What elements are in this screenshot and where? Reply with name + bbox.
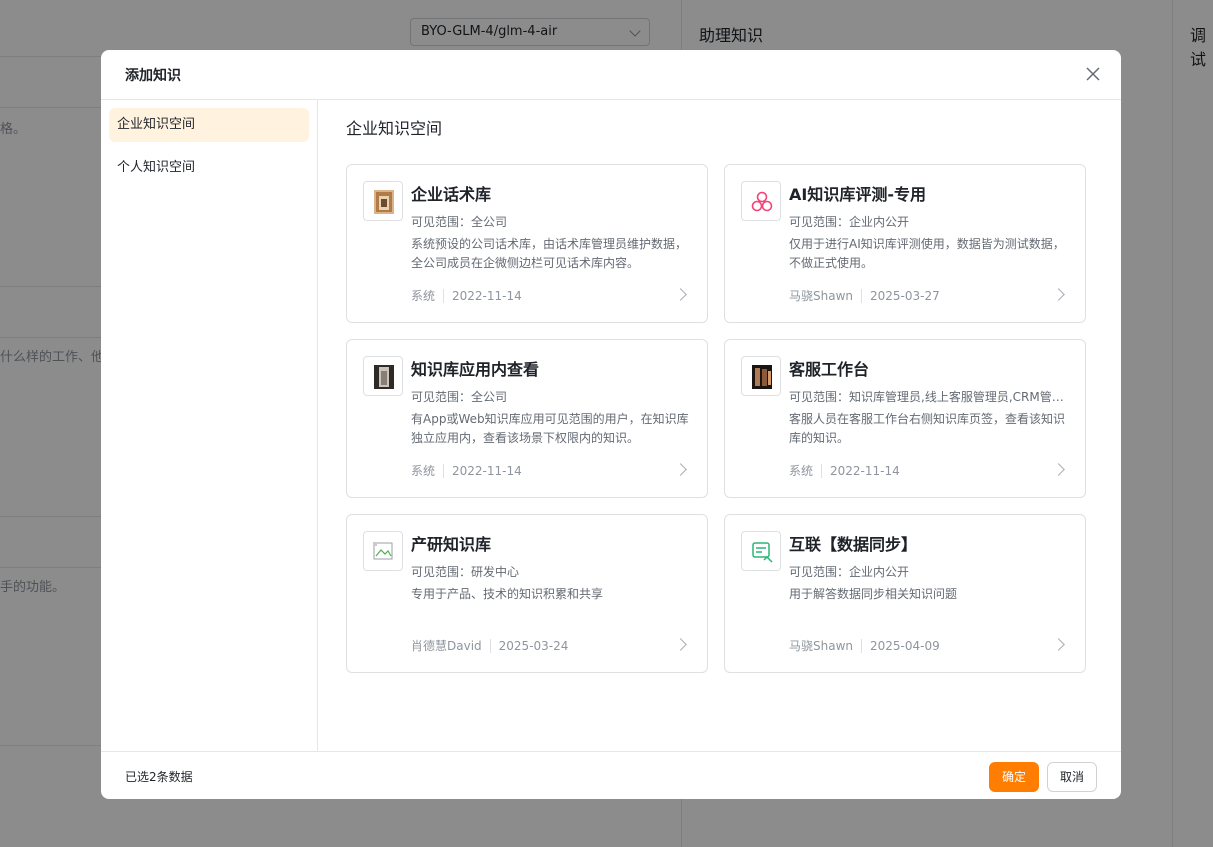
card-scope: 可见范围：全公司 (411, 215, 508, 229)
card-scope: 可见范围：知识库管理员,线上客服管理员,CRM管理员 (789, 390, 1071, 404)
close-icon[interactable] (1085, 66, 1101, 82)
card-title: 互联【数据同步】 (789, 535, 918, 554)
add-knowledge-dialog: 添加知识 企业知识空间 个人知识空间 企业知识空间 企业话术库 可见范围：全公司… (101, 50, 1121, 799)
card-scope: 可见范围：全公司 (411, 390, 508, 404)
chevron-right-icon (674, 463, 687, 476)
card-meta: 马骁Shawn 2025-04-09 (789, 637, 940, 654)
card-owner: 系统 (789, 464, 814, 478)
card-meta: 系统 2022-11-14 (411, 462, 522, 479)
space-sidebar: 企业知识空间 个人知识空间 (101, 100, 318, 751)
card-scope: 可见范围：企业内公开 (789, 215, 910, 229)
card-owner: 系统 (411, 464, 436, 478)
card-description: 有App或Web知识库应用可见范围的用户，在知识库独立应用内，查看该场景下权限内… (411, 412, 689, 445)
card-owner: 肖德慧David (411, 639, 482, 653)
sync-doc-icon (741, 531, 781, 571)
card-meta: 马骁Shawn 2025-03-27 (789, 287, 940, 304)
chevron-right-icon (1052, 463, 1065, 476)
knowledge-card[interactable]: 产研知识库 可见范围：研发中心 专用于产品、技术的知识积累和共享 肖德慧Davi… (346, 514, 708, 673)
card-title: 产研知识库 (411, 535, 492, 554)
knowledge-card[interactable]: 客服工作台 可见范围：知识库管理员,线上客服管理员,CRM管理员 客服人员在客服… (724, 339, 1086, 498)
card-title: 客服工作台 (789, 360, 870, 379)
card-description: 专用于产品、技术的知识积累和共享 (411, 587, 604, 601)
card-owner: 系统 (411, 289, 436, 303)
card-title: 知识库应用内查看 (411, 360, 540, 379)
sidebar-item-personal-space[interactable]: 个人知识空间 (109, 151, 309, 185)
card-scope: 可见范围：企业内公开 (789, 565, 910, 579)
card-date: 2022-11-14 (452, 289, 522, 303)
dialog-title: 添加知识 (125, 68, 181, 84)
divider (443, 464, 445, 478)
card-date: 2025-04-09 (870, 639, 940, 653)
card-owner: 马骁Shawn (789, 639, 853, 653)
section-title: 企业知识空间 (346, 119, 443, 138)
cancel-button[interactable]: 取消 (1046, 762, 1097, 792)
chevron-right-icon (674, 638, 687, 651)
sidebar-item-enterprise-space[interactable]: 企业知识空间 (109, 108, 309, 142)
card-meta: 肖德慧David 2025-03-24 (411, 637, 568, 654)
photo-icon (363, 356, 403, 396)
photo-icon (741, 356, 781, 396)
card-date: 2025-03-27 (870, 289, 940, 303)
divider (861, 289, 862, 303)
card-scope: 可见范围：研发中心 (411, 565, 520, 579)
knowledge-card[interactable]: AI知识库评测-专用 可见范围：企业内公开 仅用于进行AI知识库评测使用，数据皆… (724, 164, 1086, 323)
knowledge-card[interactable]: 企业话术库 可见范围：全公司 系统预设的公司话术库，由话术库管理员维护数据，全公… (346, 164, 708, 323)
dialog-header: 添加知识 (101, 50, 1121, 100)
confirm-button[interactable]: 确定 (988, 762, 1039, 792)
divider (861, 639, 862, 653)
card-owner: 马骁Shawn (789, 289, 853, 303)
card-title: 企业话术库 (411, 185, 492, 204)
card-description: 用于解答数据同步相关知识问题 (789, 587, 958, 601)
chevron-right-icon (1052, 288, 1065, 301)
divider (443, 289, 445, 303)
selection-count: 已选2条数据 (125, 770, 193, 784)
knowledge-card[interactable]: 知识库应用内查看 可见范围：全公司 有App或Web知识库应用可见范围的用户，在… (346, 339, 708, 498)
card-description: 仅用于进行AI知识库评测使用，数据皆为测试数据，不做正式使用。 (789, 237, 1065, 270)
knowledge-content: 企业知识空间 企业话术库 可见范围：全公司 系统预设的公司话术库，由话术库管理员… (318, 100, 1121, 751)
chevron-right-icon (674, 288, 687, 301)
knowledge-card[interactable]: 互联【数据同步】 可见范围：企业内公开 用于解答数据同步相关知识问题 马骁Sha… (724, 514, 1086, 673)
divider (821, 464, 823, 478)
photo-icon (363, 181, 403, 221)
chevron-right-icon (1052, 638, 1065, 651)
card-date: 2022-11-14 (830, 464, 900, 478)
dialog-footer: 已选2条数据 确定 取消 (101, 751, 1121, 799)
broken-image-icon (363, 531, 403, 571)
card-meta: 系统 2022-11-14 (411, 287, 522, 304)
divider (489, 639, 491, 653)
card-date: 2025-03-24 (498, 639, 569, 653)
card-description: 客服人员在客服工作台右侧知识库页签，查看该知识库的知识。 (789, 412, 1066, 445)
card-title: AI知识库评测-专用 (789, 185, 926, 204)
cluster-icon (741, 181, 781, 221)
card-meta: 系统 2022-11-14 (789, 462, 900, 479)
card-date: 2022-11-14 (452, 464, 522, 478)
card-description: 系统预设的公司话术库，由话术库管理员维护数据，全公司成员在企微侧边栏可见话术库内… (411, 237, 688, 270)
